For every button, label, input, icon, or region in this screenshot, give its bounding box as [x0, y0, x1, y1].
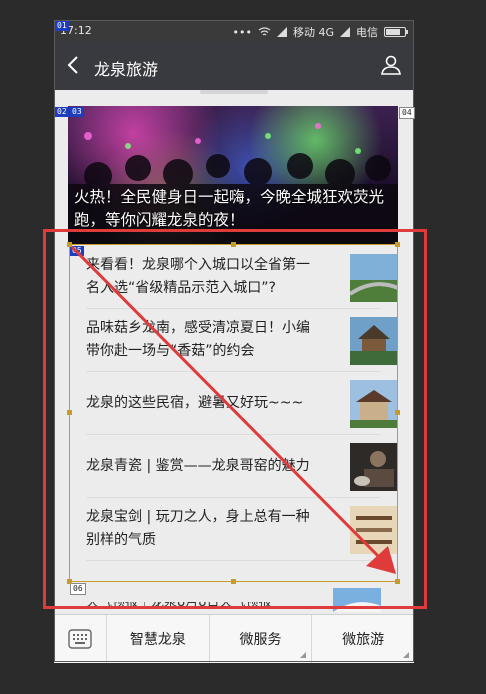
diagonal-arrow — [70, 245, 396, 574]
